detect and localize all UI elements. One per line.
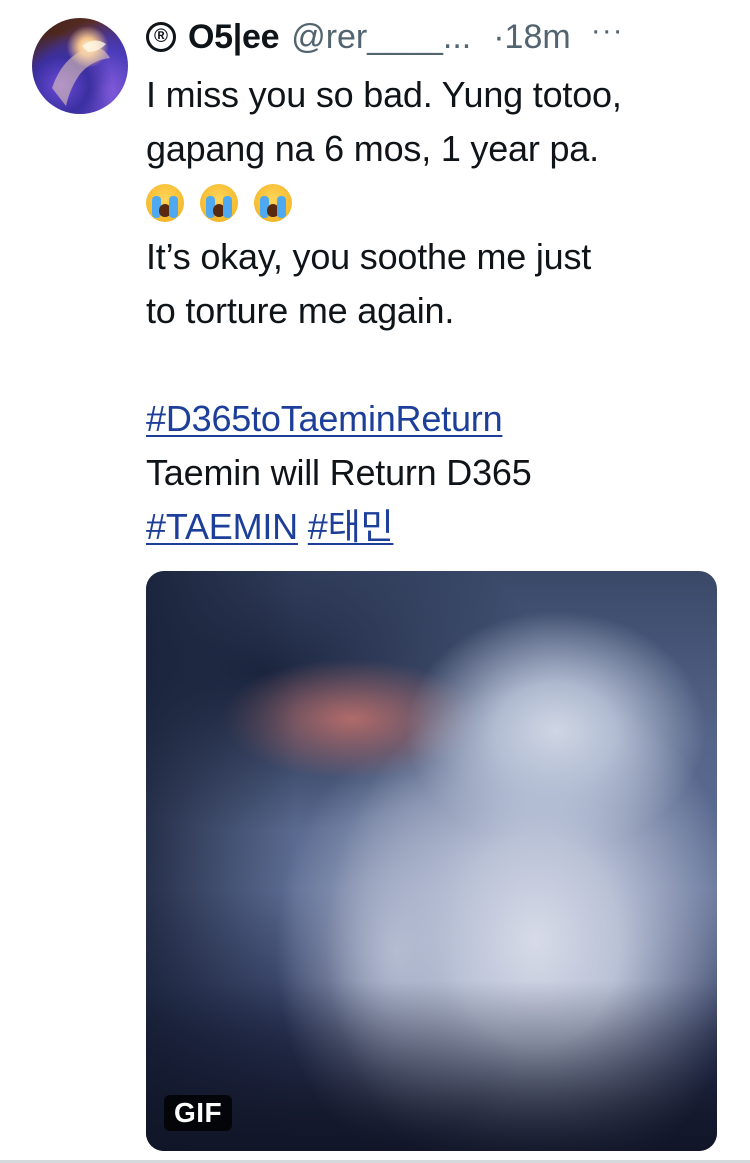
tweet-line: I miss you so bad. Yung totoo, xyxy=(146,74,622,115)
loudly-crying-face-icon xyxy=(254,184,292,222)
emoji-row xyxy=(146,176,736,230)
tweet-line: to torture me again. xyxy=(146,290,455,331)
gif-badge: GIF xyxy=(164,1095,233,1131)
tweet-text: I miss you so bad. Yung totoo, gapang na… xyxy=(146,68,736,554)
tweet-header: ® O5|ee @rer____... ·18m ··· xyxy=(146,14,726,60)
timestamp[interactable]: ·18m xyxy=(493,18,570,57)
gif-media[interactable]: GIF xyxy=(146,571,717,1151)
hashtag-link[interactable]: #TAEMIN xyxy=(146,506,298,547)
registered-icon: ® xyxy=(146,22,176,52)
user-handle[interactable]: @rer____... xyxy=(291,18,471,57)
tweet-line: gapang na 6 mos, 1 year pa. xyxy=(146,128,599,169)
tweet[interactable]: ® O5|ee @rer____... ·18m ··· I miss you … xyxy=(0,0,750,1163)
avatar-image xyxy=(52,40,110,106)
hashtag-link[interactable]: #태민 xyxy=(308,506,394,547)
loudly-crying-face-icon xyxy=(146,184,184,222)
display-name[interactable]: O5|ee xyxy=(188,18,279,57)
loudly-crying-face-icon xyxy=(200,184,238,222)
tweet-line: Taemin will Return D365 xyxy=(146,452,532,493)
more-options-icon[interactable]: ··· xyxy=(591,14,624,48)
tweet-line: It’s okay, you soothe me just xyxy=(146,236,592,277)
hashtag-link[interactable]: #D365toTaeminReturn xyxy=(146,398,503,439)
avatar[interactable] xyxy=(32,18,128,114)
